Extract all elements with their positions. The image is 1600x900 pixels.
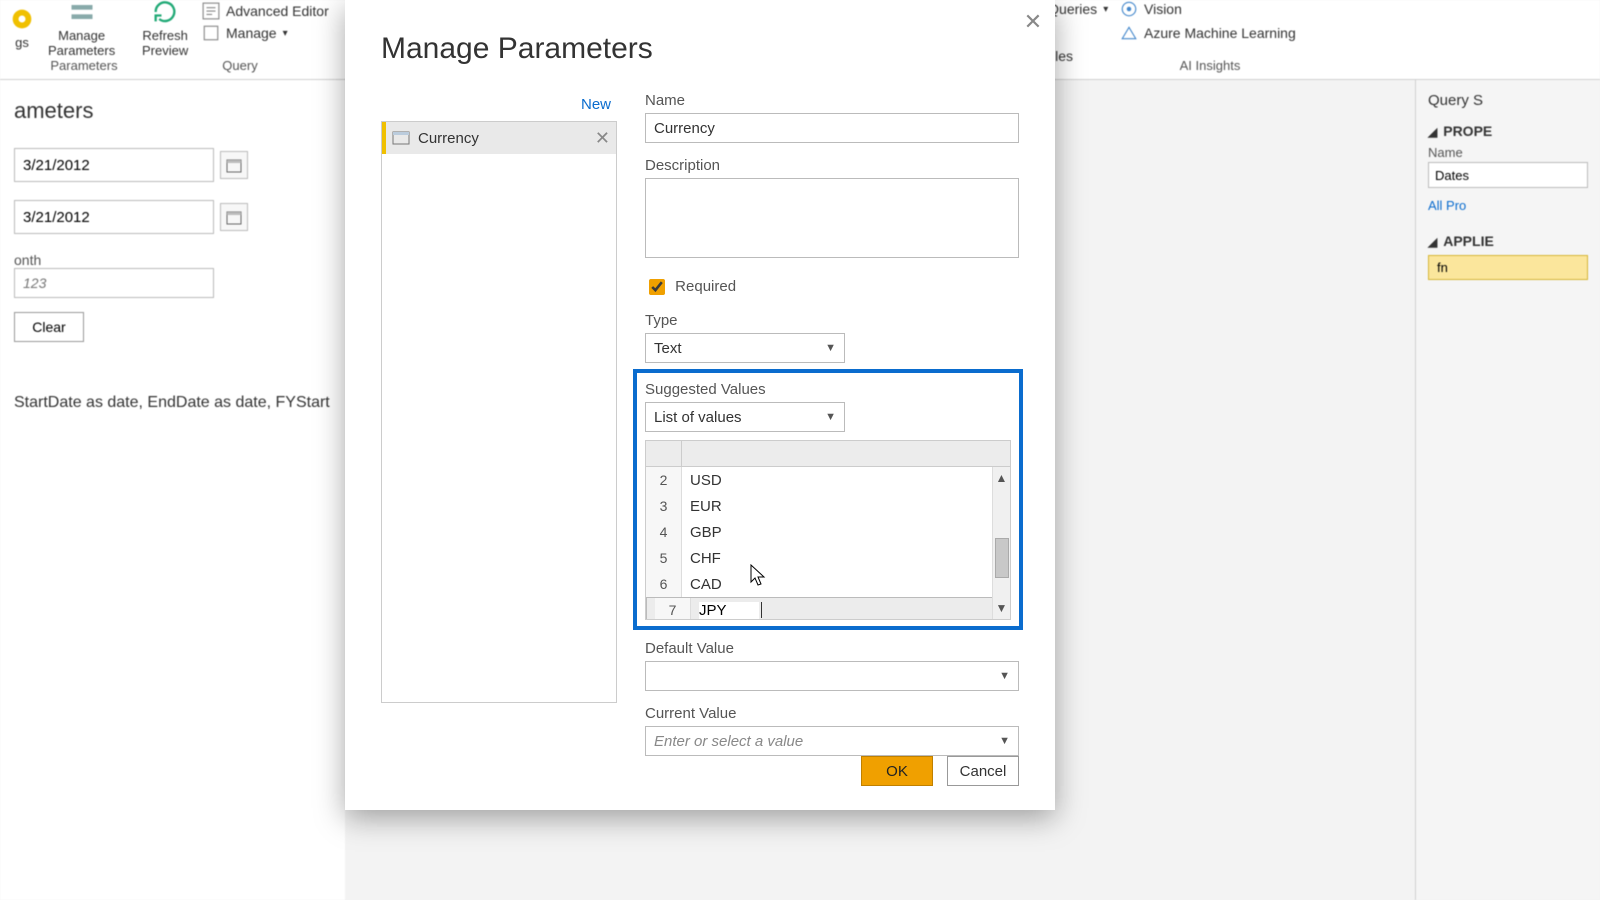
suggested-values-label: Suggested Values <box>645 381 1011 398</box>
scroll-down-icon[interactable]: ▼ <box>996 597 1008 619</box>
ribbon-group-parameters: Parameters <box>44 58 124 73</box>
calendar-icon <box>226 209 242 225</box>
row-value[interactable]: GBP <box>682 519 1010 545</box>
refresh-preview-label: Refresh Preview <box>142 28 188 58</box>
values-grid-scrollbar[interactable]: ▲ ▼ <box>992 467 1010 619</box>
parameter-item-currency[interactable]: Currency ✕ <box>382 122 616 154</box>
left-pane: ameters onth Clear StartDate as date, En… <box>0 80 345 900</box>
close-icon: ✕ <box>1024 9 1042 35</box>
dialog-close-button[interactable]: ✕ <box>1021 10 1045 34</box>
source-settings-button[interactable]: gs <box>0 5 44 50</box>
values-grid-row[interactable]: 2USD <box>646 467 1010 493</box>
required-label: Required <box>675 278 736 295</box>
chevron-down-icon: ▼ <box>999 735 1010 747</box>
formula-bar-text: StartDate as date, EndDate as date, FYSt… <box>14 392 331 412</box>
properties-section[interactable]: PROPE <box>1443 123 1492 139</box>
suggested-values-highlight: Suggested Values List of values▼ 2USD3EU… <box>633 369 1023 630</box>
date-picker-2[interactable] <box>220 203 248 231</box>
values-grid-row[interactable]: 6CAD <box>646 571 1010 597</box>
name-label: Name <box>645 92 1019 109</box>
query-name-input[interactable] <box>1428 162 1588 188</box>
current-value-dropdown[interactable]: Enter or select a value▼ <box>645 726 1019 756</box>
values-grid: 2USD3EUR4GBP5CHF6CAD7 ▲ ▼ <box>645 440 1011 620</box>
dialog-title: Manage Parameters <box>381 32 1055 66</box>
manage-parameters-label: Manage Parameters <box>48 28 115 58</box>
default-value-label: Default Value <box>645 640 1019 657</box>
suggested-values-dropdown[interactable]: List of values▼ <box>645 402 845 432</box>
row-number: 2 <box>646 467 682 493</box>
description-label: Description <box>645 157 1019 174</box>
calendar-icon <box>226 157 242 173</box>
ribbon-group-ai-insights: AI Insights <box>1130 58 1290 73</box>
source-settings-label: gs <box>15 35 29 50</box>
date-picker-1[interactable] <box>220 151 248 179</box>
row-number: 4 <box>646 519 682 545</box>
vision-button[interactable]: Vision <box>1120 0 1182 18</box>
parameter-item-label: Currency <box>418 130 479 147</box>
required-checkbox[interactable] <box>649 279 665 295</box>
query-settings-heading: Query S <box>1428 92 1588 109</box>
advanced-editor-button[interactable]: Advanced Editor <box>202 2 329 20</box>
delete-parameter-button[interactable]: ✕ <box>595 128 610 149</box>
vision-icon <box>1120 0 1138 18</box>
chevron-down-icon: ▼ <box>825 342 836 354</box>
parameters-icon <box>68 0 96 26</box>
manage-button[interactable]: Manage ▾ <box>202 24 288 42</box>
start-date-input[interactable] <box>14 148 214 182</box>
row-number: 3 <box>646 493 682 519</box>
manage-parameters-dialog: ✕ Manage Parameters New Currency ✕ Name <box>345 0 1055 810</box>
ribbon-group-query: Query <box>160 58 320 73</box>
manage-parameters-button[interactable]: Manage Parameters <box>40 0 123 58</box>
settings-icon <box>8 5 36 33</box>
default-value-dropdown[interactable]: ▼ <box>645 661 1019 691</box>
refresh-icon <box>151 0 179 26</box>
row-value-input[interactable] <box>699 602 759 619</box>
row-value[interactable] <box>691 598 1001 619</box>
parameter-name-input[interactable] <box>645 113 1019 143</box>
type-dropdown[interactable]: Text▼ <box>645 333 845 363</box>
combine-files-label: iles <box>1052 48 1073 64</box>
applied-step-0[interactable]: fn <box>1428 255 1588 280</box>
refresh-preview-button[interactable]: Refresh Preview <box>134 0 196 58</box>
parameter-list: Currency ✕ <box>381 121 617 703</box>
values-grid-row[interactable]: 7 <box>646 597 1010 619</box>
row-value[interactable]: USD <box>682 467 1010 493</box>
manage-icon <box>202 24 220 42</box>
row-value[interactable]: CAD <box>682 571 1010 597</box>
scroll-thumb[interactable] <box>995 538 1009 578</box>
clear-button[interactable]: Clear <box>14 312 84 342</box>
parameters-heading: ameters <box>14 98 331 124</box>
row-number: 5 <box>646 545 682 571</box>
chevron-down-icon: ▼ <box>825 411 836 423</box>
row-number: 6 <box>646 571 682 597</box>
row-number: 7 <box>655 598 691 619</box>
azure-ml-icon <box>1120 24 1138 42</box>
row-value[interactable]: EUR <box>682 493 1010 519</box>
applied-steps-section[interactable]: APPLIE <box>1443 233 1494 249</box>
values-grid-header <box>646 441 1010 467</box>
fystart-month-label: onth <box>14 252 331 268</box>
new-parameter-link[interactable]: New <box>381 92 617 121</box>
query-name-label: Name <box>1428 145 1588 160</box>
end-date-input[interactable] <box>14 200 214 234</box>
all-properties-link[interactable]: All Pro <box>1428 198 1588 213</box>
editor-icon <box>202 2 220 20</box>
cancel-button[interactable]: Cancel <box>947 756 1019 786</box>
values-grid-row[interactable]: 5CHF <box>646 545 1010 571</box>
query-settings-pane: Query S ◢PROPE Name All Pro ◢APPLIE fn <box>1415 80 1600 900</box>
scroll-up-icon[interactable]: ▲ <box>996 467 1008 489</box>
ok-button[interactable]: OK <box>861 756 933 786</box>
chevron-down-icon: ▼ <box>999 670 1010 682</box>
parameter-icon <box>392 129 410 147</box>
type-label: Type <box>645 312 1019 329</box>
current-value-label: Current Value <box>645 705 1019 722</box>
values-grid-row[interactable]: 3EUR <box>646 493 1010 519</box>
row-value[interactable]: CHF <box>682 545 1010 571</box>
values-grid-row[interactable]: 4GBP <box>646 519 1010 545</box>
azure-ml-button[interactable]: Azure Machine Learning <box>1120 24 1296 42</box>
parameter-description-input[interactable] <box>645 178 1019 258</box>
fystart-month-input[interactable] <box>14 268 214 298</box>
